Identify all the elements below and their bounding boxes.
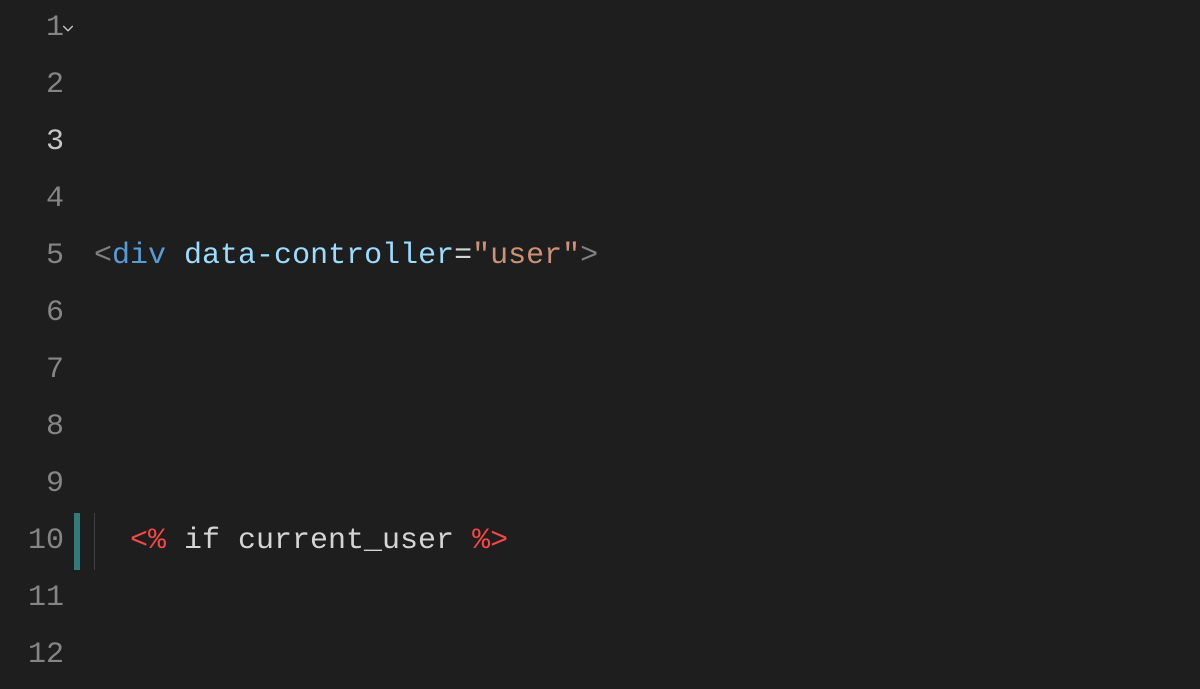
chevron-down-icon [61, 22, 75, 36]
line-number: 9 [0, 456, 74, 513]
diff-bar [74, 513, 80, 570]
line-number: 5 [0, 228, 74, 285]
line-number: 7 [0, 342, 74, 399]
attr-name: data-controller [184, 239, 454, 273]
code-area[interactable]: <div data-controller="user"> <% if curre… [74, 0, 1200, 689]
angle-open: < [94, 239, 112, 273]
angle-close: > [580, 239, 598, 273]
line-number: 6 [0, 285, 74, 342]
line-number: 2 [0, 57, 74, 114]
code-line[interactable]: <% if current_user %> [74, 513, 1200, 570]
erb-close: %> [472, 524, 508, 558]
indent-guide [94, 513, 130, 570]
code-line[interactable]: <div data-controller="user"> [74, 228, 1200, 285]
line-number: 1 [0, 0, 74, 57]
line-number: 8 [0, 399, 74, 456]
line-number: 12 [0, 627, 74, 684]
erb-open: <% [130, 524, 166, 558]
tag-name: div [112, 239, 166, 273]
line-number-gutter: 1 2 3 4 5 6 7 8 9 10 11 12 [0, 0, 74, 689]
code-editor[interactable]: 1 2 3 4 5 6 7 8 9 10 11 12 <div data-con… [0, 0, 1200, 689]
line-number: 4 [0, 171, 74, 228]
line-number: 3 [0, 114, 74, 171]
line-number: 10 [0, 513, 74, 570]
attr-value: user [490, 239, 562, 273]
line-number: 11 [0, 570, 74, 627]
